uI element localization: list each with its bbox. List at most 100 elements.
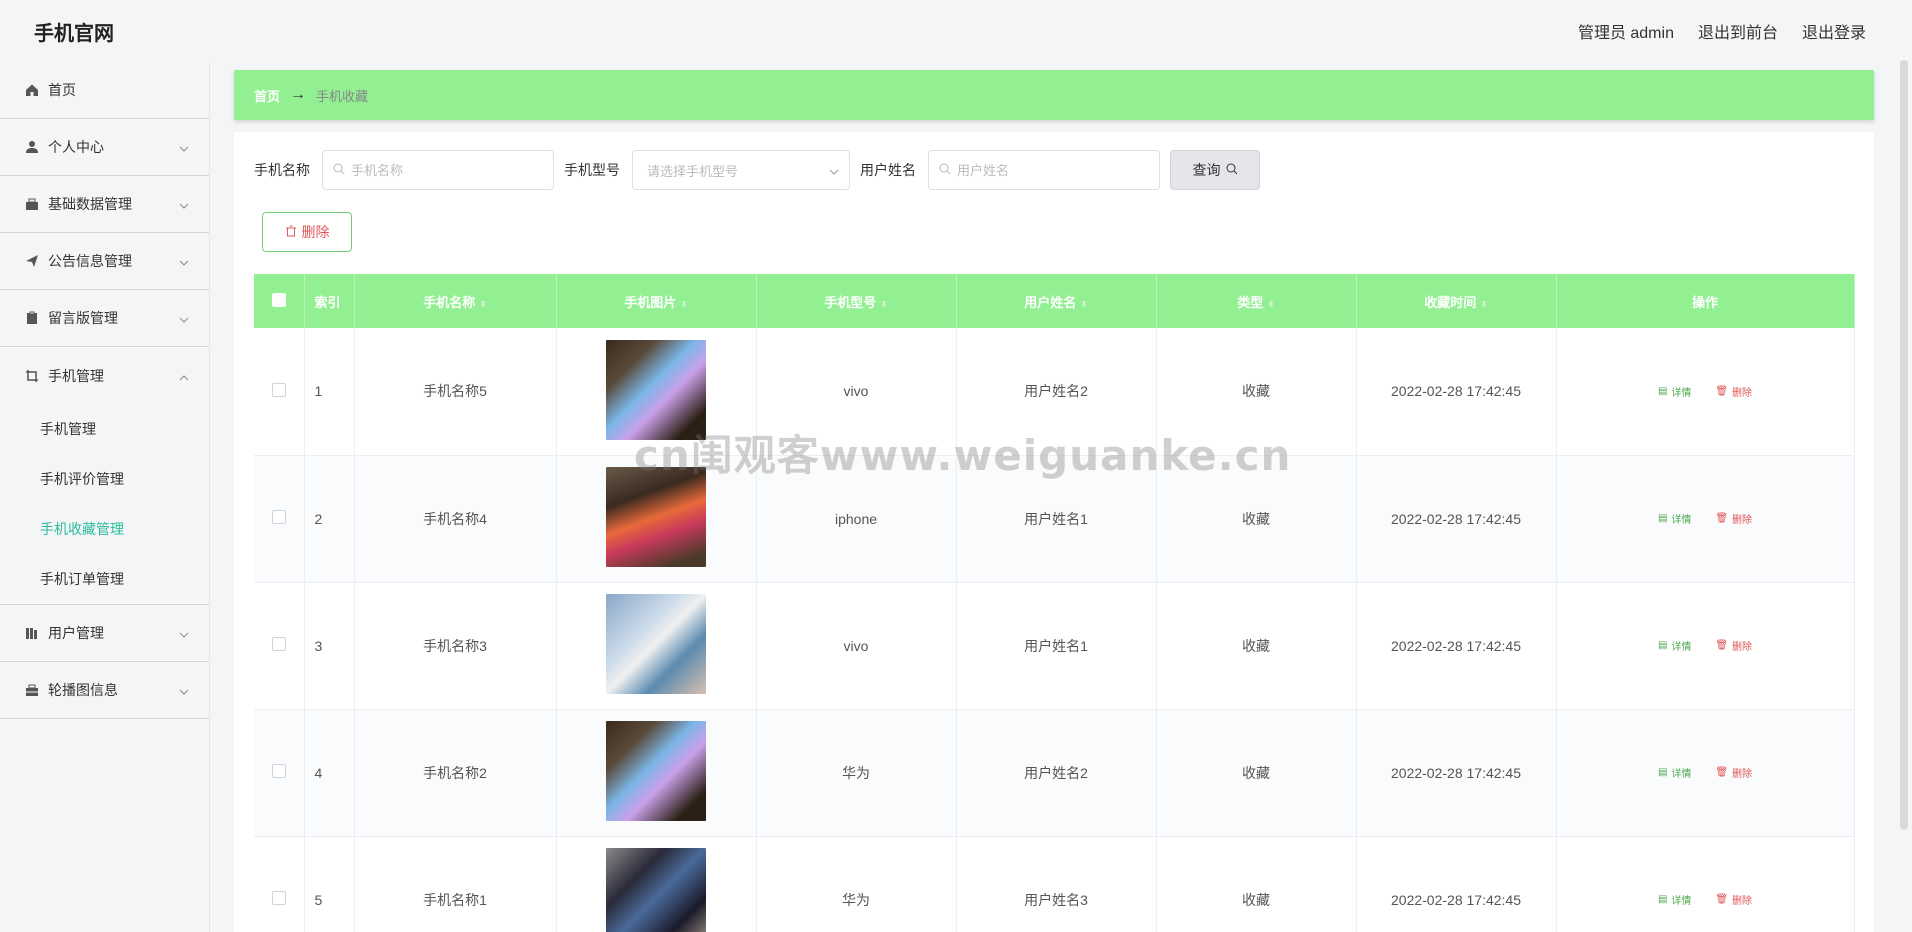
delete-button[interactable]: 🗑 删除 (1705, 507, 1762, 530)
sidebar-item-notice[interactable]: 公告信息管理 (0, 233, 209, 290)
sort-icon[interactable]: ⬍ (1267, 299, 1275, 309)
sidebar-item-basic-data[interactable]: 基础数据管理 (0, 176, 209, 233)
sort-icon[interactable]: ⬍ (680, 299, 688, 309)
delete-button[interactable]: 🗑 删除 (1705, 380, 1762, 403)
document-icon: ▤ (1657, 894, 1668, 905)
sidebar-subitem-phone-order[interactable]: 手机订单管理 (0, 554, 209, 604)
sidebar-item-personal[interactable]: 个人中心 (0, 119, 209, 176)
chevron-down-icon (829, 163, 839, 178)
detail-button[interactable]: ▤ 详情 (1648, 634, 1701, 657)
detail-button[interactable]: ▤ 详情 (1648, 888, 1701, 911)
chevron-down-icon (179, 625, 189, 641)
top-right-links: 管理员 admin 退出到前台 退出登录 (1578, 19, 1866, 43)
header-index: 索引 (304, 274, 355, 328)
home-icon (24, 82, 40, 98)
row-type: 收藏 (1156, 582, 1357, 710)
search-form: 手机名称 手机型号 请选择手机型号 用户姓名 查询 (254, 150, 1260, 190)
exit-to-front-link[interactable]: 退出到前台 (1698, 19, 1778, 43)
row-checkbox[interactable] (271, 764, 286, 778)
chevron-up-icon (179, 368, 189, 384)
phone-name-input[interactable] (351, 162, 543, 178)
sidebar-item-label: 个人中心 (48, 139, 104, 155)
header-phone-model[interactable]: 手机型号 ⬍ (756, 274, 957, 328)
phone-model-select[interactable]: 请选择手机型号 (632, 150, 850, 190)
sidebar-subitem-phone[interactable]: 手机管理 (0, 404, 209, 454)
table-header-row: 索引 手机名称 ⬍ 手机图片 ⬍ 手机型号 ⬍ 用户姓名 ⬍ 类型 ⬍ 收藏时间 ⬍ 操作 (254, 274, 1855, 328)
chevron-down-icon (179, 196, 189, 212)
row-phone-model: iphone (756, 455, 957, 583)
row-user-name: 用户姓名1 (956, 582, 1157, 710)
query-button[interactable]: 查询 (1170, 150, 1260, 190)
sort-icon[interactable]: ⬍ (880, 299, 888, 309)
select-all-cell[interactable] (254, 274, 305, 328)
trash-icon (285, 224, 297, 240)
sidebar-item-home[interactable]: 首页 (0, 62, 209, 119)
batch-delete-button[interactable]: 删除 (262, 212, 352, 252)
row-checkbox[interactable] (271, 510, 286, 524)
row-favorite-time: 2022-02-28 17:42:45 (1356, 582, 1557, 710)
row-checkbox[interactable] (271, 891, 286, 905)
header-phone-image[interactable]: 手机图片 ⬍ (556, 274, 757, 328)
phone-image (606, 721, 706, 821)
breadcrumb-home[interactable]: 首页 (254, 86, 280, 105)
select-all-checkbox[interactable] (271, 292, 286, 307)
sidebar-subitem-phone-review[interactable]: 手机评价管理 (0, 454, 209, 504)
header-actions: 操作 (1556, 274, 1855, 328)
trash-icon: 🗑 (1715, 640, 1729, 651)
delete-button[interactable]: 🗑 删除 (1705, 761, 1762, 784)
detail-button[interactable]: ▤ 详情 (1648, 380, 1701, 403)
page-scrollbar[interactable] (1900, 60, 1908, 830)
table-row: 1 手机名称5 vivo 用户姓名2 收藏 2022-02-28 17:42:4… (254, 328, 1855, 456)
header-type[interactable]: 类型 ⬍ (1156, 274, 1357, 328)
row-user-name: 用户姓名3 (956, 836, 1157, 932)
sidebar-item-label: 公告信息管理 (48, 253, 132, 269)
sidebar-item-user-management[interactable]: 用户管理 (0, 605, 209, 662)
row-index: 4 (304, 709, 355, 837)
header-user-name[interactable]: 用户姓名 ⬍ (956, 274, 1157, 328)
delete-button[interactable]: 🗑 删除 (1705, 888, 1762, 911)
row-phone-model: vivo (756, 328, 957, 456)
phone-model-placeholder: 请选择手机型号 (647, 163, 739, 179)
sidebar-item-carousel[interactable]: 轮播图信息 (0, 662, 209, 719)
row-index: 5 (304, 836, 355, 932)
table-row: 3 手机名称3 vivo 用户姓名1 收藏 2022-02-28 17:42:4… (254, 582, 1855, 710)
chevron-down-icon (179, 310, 189, 326)
favorites-table: 索引 手机名称 ⬍ 手机图片 ⬍ 手机型号 ⬍ 用户姓名 ⬍ 类型 ⬍ 收藏时间 ⬍ 操作 … (254, 274, 1855, 932)
user-icon (24, 139, 40, 155)
sort-icon[interactable]: ⬍ (479, 299, 487, 309)
row-index: 3 (304, 582, 355, 710)
row-phone-name: 手机名称4 (354, 455, 557, 583)
row-type: 收藏 (1156, 836, 1357, 932)
sort-icon[interactable]: ⬍ (1480, 299, 1488, 309)
user-name-label: 用户姓名 (860, 162, 916, 178)
row-user-name: 用户姓名2 (956, 709, 1157, 837)
delete-button[interactable]: 🗑 删除 (1705, 634, 1762, 657)
table-row: 2 手机名称4 iphone 用户姓名1 收藏 2022-02-28 17:42… (254, 455, 1855, 583)
row-type: 收藏 (1156, 455, 1357, 583)
user-name-input[interactable] (957, 162, 1149, 178)
sidebar-item-phone-management[interactable]: 手机管理 (0, 347, 209, 404)
row-type: 收藏 (1156, 709, 1357, 837)
admin-label[interactable]: 管理员 admin (1578, 19, 1674, 43)
row-user-name: 用户姓名2 (956, 328, 1157, 456)
clipboard-icon (24, 310, 40, 326)
logout-link[interactable]: 退出登录 (1802, 19, 1866, 43)
sidebar-item-label: 用户管理 (48, 625, 104, 641)
row-checkbox[interactable] (271, 382, 286, 397)
brand-title: 手机官网 (34, 22, 114, 45)
row-phone-model: 华为 (756, 709, 957, 837)
sidebar-item-message-board[interactable]: 留言版管理 (0, 290, 209, 347)
row-checkbox[interactable] (271, 637, 286, 651)
sort-icon[interactable]: ⬍ (1080, 299, 1088, 309)
query-button-label: 查询 (1192, 162, 1221, 178)
header-favorite-time[interactable]: 收藏时间 ⬍ (1356, 274, 1557, 328)
sidebar-subitem-phone-favorite[interactable]: 手机收藏管理 (0, 504, 209, 554)
row-phone-name: 手机名称2 (354, 709, 557, 837)
search-icon (939, 163, 951, 178)
detail-button[interactable]: ▤ 详情 (1648, 507, 1701, 530)
sidebar-item-label: 轮播图信息 (48, 682, 118, 698)
header-phone-name[interactable]: 手机名称 ⬍ (354, 274, 557, 328)
sidebar: 首页 个人中心 基础数据管理 公告信息管理 留言版管理 手机管理 手机管理 手机… (0, 62, 210, 932)
row-user-name: 用户姓名1 (956, 455, 1157, 583)
detail-button[interactable]: ▤ 详情 (1648, 761, 1701, 784)
